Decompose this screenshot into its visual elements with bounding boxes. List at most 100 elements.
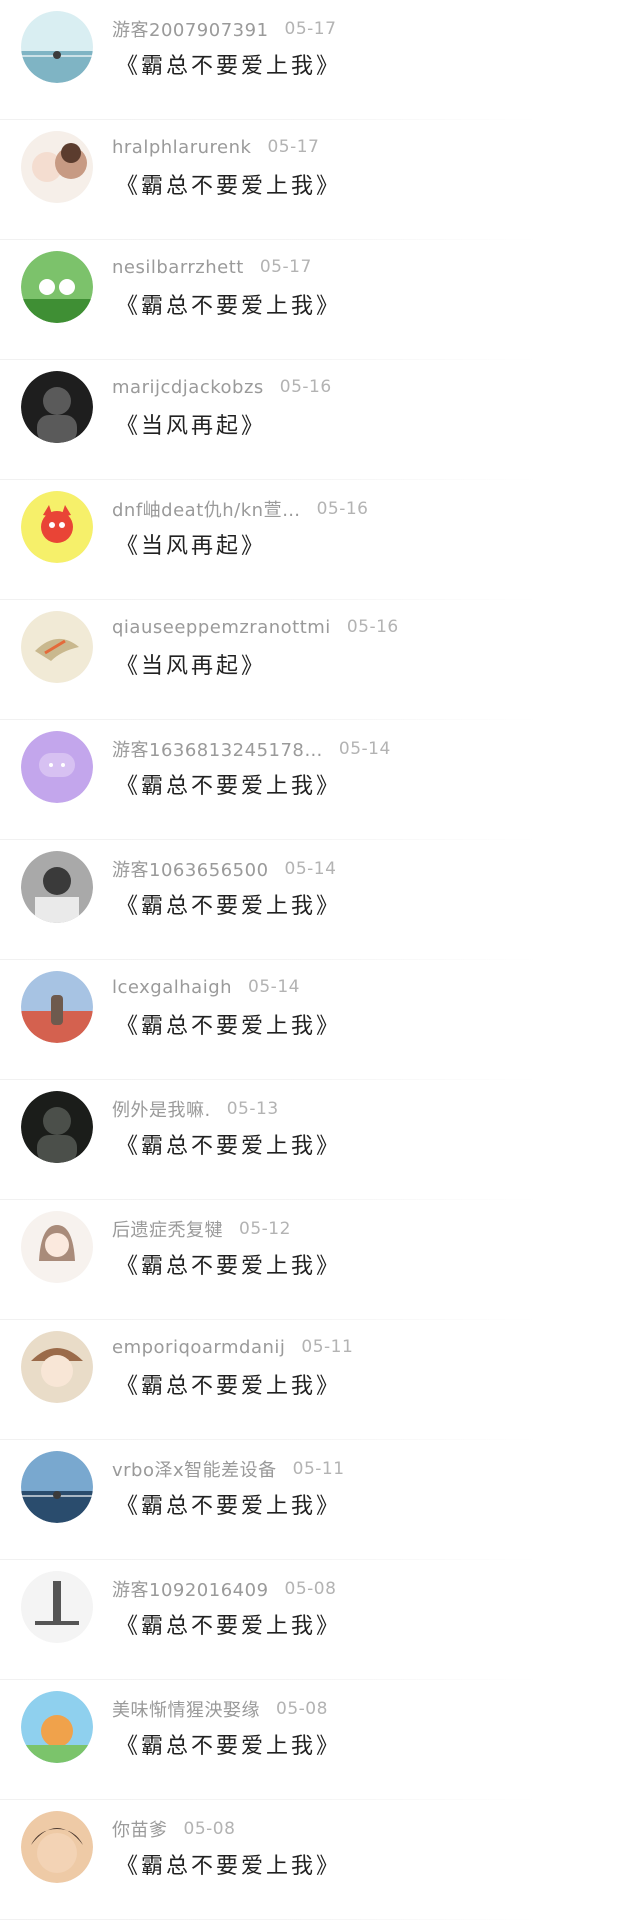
comment-meta: 游客1092016409 05-08 xyxy=(112,1576,337,1602)
book-title-link[interactable]: 《当风再起》 xyxy=(116,648,266,680)
comment-item[interactable]: 游客2007907391 05-17 《霸总不要爱上我》 xyxy=(0,0,640,120)
avatar-image xyxy=(21,851,93,923)
comment-item[interactable]: 游客1092016409 05-08 《霸总不要爱上我》 xyxy=(0,1560,640,1680)
username[interactable]: 美味惭情猩泱娶缘 xyxy=(112,1696,260,1722)
user-avatar[interactable] xyxy=(21,491,93,563)
book-title-link[interactable]: 《霸总不要爱上我》 xyxy=(116,1728,341,1760)
book-title-link[interactable]: 《当风再起》 xyxy=(116,408,266,440)
user-avatar[interactable] xyxy=(21,1811,93,1883)
comment-item[interactable]: dnf岫deat仇h/kn萱… 05-16 《当风再起》 xyxy=(0,480,640,600)
username[interactable]: 游客1636813245178… xyxy=(112,736,323,762)
avatar-image xyxy=(21,131,93,203)
comment-meta: 例外是我嘛. 05-13 xyxy=(112,1096,279,1122)
comment-item[interactable]: nesilbarrzhett 05-17 《霸总不要爱上我》 xyxy=(0,240,640,360)
username[interactable]: 后遗症秃复犍 xyxy=(112,1216,223,1242)
comment-date: 05-08 xyxy=(284,1579,337,1599)
comment-item[interactable]: 后遗症秃复犍 05-12 《霸总不要爱上我》 xyxy=(0,1200,640,1320)
username[interactable]: dnf岫deat仇h/kn萱… xyxy=(112,496,301,522)
username[interactable]: marijcdjackobzs xyxy=(112,377,264,398)
comment-item[interactable]: 游客1063656500 05-14 《霸总不要爱上我》 xyxy=(0,840,640,960)
username[interactable]: 游客2007907391 xyxy=(112,16,269,42)
book-title-link[interactable]: 《霸总不要爱上我》 xyxy=(116,48,341,80)
book-title-link[interactable]: 《霸总不要爱上我》 xyxy=(116,1608,341,1640)
user-avatar[interactable] xyxy=(21,1331,93,1403)
comment-date: 05-17 xyxy=(284,19,337,39)
user-avatar[interactable] xyxy=(21,11,93,83)
comment-date: 05-12 xyxy=(239,1219,291,1239)
username[interactable]: hralphlarurenk xyxy=(112,137,251,158)
user-avatar[interactable] xyxy=(21,1571,93,1643)
avatar-image xyxy=(21,1091,93,1163)
user-avatar[interactable] xyxy=(21,971,93,1043)
comment-date: 05-14 xyxy=(338,739,391,759)
book-title-link[interactable]: 《霸总不要爱上我》 xyxy=(116,1848,341,1880)
username[interactable]: nesilbarrzhett xyxy=(112,257,244,278)
comment-item[interactable]: vrbo泽x智能差设备 05-11 《霸总不要爱上我》 xyxy=(0,1440,640,1560)
comment-date: 05-14 xyxy=(248,977,300,997)
comment-date: 05-13 xyxy=(226,1099,279,1119)
username[interactable]: 游客1092016409 xyxy=(112,1576,269,1602)
comment-item[interactable]: hralphlarurenk 05-17 《霸总不要爱上我》 xyxy=(0,120,640,240)
username[interactable]: emporiqoarmdanij xyxy=(112,1337,285,1358)
comment-item[interactable]: marijcdjackobzs 05-16 《当风再起》 xyxy=(0,360,640,480)
book-title-link[interactable]: 《当风再起》 xyxy=(116,528,266,560)
user-avatar[interactable] xyxy=(21,1451,93,1523)
user-avatar[interactable] xyxy=(21,611,93,683)
comment-meta: nesilbarrzhett 05-17 xyxy=(112,256,312,280)
comment-date: 05-11 xyxy=(301,1337,354,1357)
user-avatar[interactable] xyxy=(21,251,93,323)
avatar-image xyxy=(21,1571,93,1643)
user-avatar[interactable] xyxy=(21,131,93,203)
avatar-image xyxy=(21,731,93,803)
user-avatar[interactable] xyxy=(21,1091,93,1163)
comment-list: 游客2007907391 05-17 《霸总不要爱上我》 hralphlaruren… xyxy=(0,0,640,1920)
comment-meta: 游客2007907391 05-17 xyxy=(112,16,337,42)
comment-item[interactable]: emporiqoarmdanij 05-11 《霸总不要爱上我》 xyxy=(0,1320,640,1440)
comment-date: 05-16 xyxy=(279,377,332,397)
comment-item[interactable]: 美味惭情猩泱娶缘 05-08 《霸总不要爱上我》 xyxy=(0,1680,640,1800)
comment-meta: 游客1063656500 05-14 xyxy=(112,856,336,882)
book-title-link[interactable]: 《霸总不要爱上我》 xyxy=(116,1008,341,1040)
avatar-image xyxy=(21,371,93,443)
user-avatar[interactable] xyxy=(21,851,93,923)
comment-meta: 后遗症秃复犍 05-12 xyxy=(112,1216,291,1242)
comment-item[interactable]: lcexgalhaigh 05-14 《霸总不要爱上我》 xyxy=(0,960,640,1080)
user-avatar[interactable] xyxy=(21,1211,93,1283)
comment-meta: lcexgalhaigh 05-14 xyxy=(112,976,300,1000)
avatar-image xyxy=(21,611,93,683)
book-title-link[interactable]: 《霸总不要爱上我》 xyxy=(116,1248,341,1280)
username[interactable]: 你苗爹 xyxy=(112,1816,168,1842)
comment-date: 05-17 xyxy=(259,257,312,277)
book-title-link[interactable]: 《霸总不要爱上我》 xyxy=(116,888,341,920)
book-title-link[interactable]: 《霸总不要爱上我》 xyxy=(116,1488,341,1520)
comment-item[interactable]: 例外是我嘛. 05-13 《霸总不要爱上我》 xyxy=(0,1080,640,1200)
username[interactable]: qiauseeppemzranottmi xyxy=(112,617,331,638)
user-avatar[interactable] xyxy=(21,371,93,443)
comment-meta: dnf岫deat仇h/kn萱… 05-16 xyxy=(112,496,368,522)
avatar-image xyxy=(21,11,93,83)
avatar-image xyxy=(21,251,93,323)
username[interactable]: lcexgalhaigh xyxy=(112,977,232,998)
username[interactable]: 例外是我嘛. xyxy=(112,1096,211,1122)
comment-item[interactable]: 你苗爹 05-08 《霸总不要爱上我》 xyxy=(0,1800,640,1920)
user-avatar[interactable] xyxy=(21,1691,93,1763)
avatar-image xyxy=(21,1211,93,1283)
comment-meta: 美味惭情猩泱娶缘 05-08 xyxy=(112,1696,328,1722)
user-avatar[interactable] xyxy=(21,731,93,803)
book-title-link[interactable]: 《霸总不要爱上我》 xyxy=(116,288,341,320)
book-title-link[interactable]: 《霸总不要爱上我》 xyxy=(116,1368,341,1400)
comment-meta: 游客1636813245178… 05-14 xyxy=(112,736,391,762)
book-title-link[interactable]: 《霸总不要爱上我》 xyxy=(116,768,341,800)
comment-date: 05-17 xyxy=(267,137,320,157)
comment-date: 05-11 xyxy=(292,1459,345,1479)
username[interactable]: 游客1063656500 xyxy=(112,856,269,882)
avatar-image xyxy=(21,971,93,1043)
username[interactable]: vrbo泽x智能差设备 xyxy=(112,1456,277,1482)
comment-date: 05-16 xyxy=(346,617,399,637)
book-title-link[interactable]: 《霸总不要爱上我》 xyxy=(116,168,341,200)
book-title-link[interactable]: 《霸总不要爱上我》 xyxy=(116,1128,341,1160)
avatar-image xyxy=(21,1331,93,1403)
comment-item[interactable]: qiauseeppemzranottmi 05-16 《当风再起》 xyxy=(0,600,640,720)
comment-item[interactable]: 游客1636813245178… 05-14 《霸总不要爱上我》 xyxy=(0,720,640,840)
comment-meta: vrbo泽x智能差设备 05-11 xyxy=(112,1456,345,1482)
